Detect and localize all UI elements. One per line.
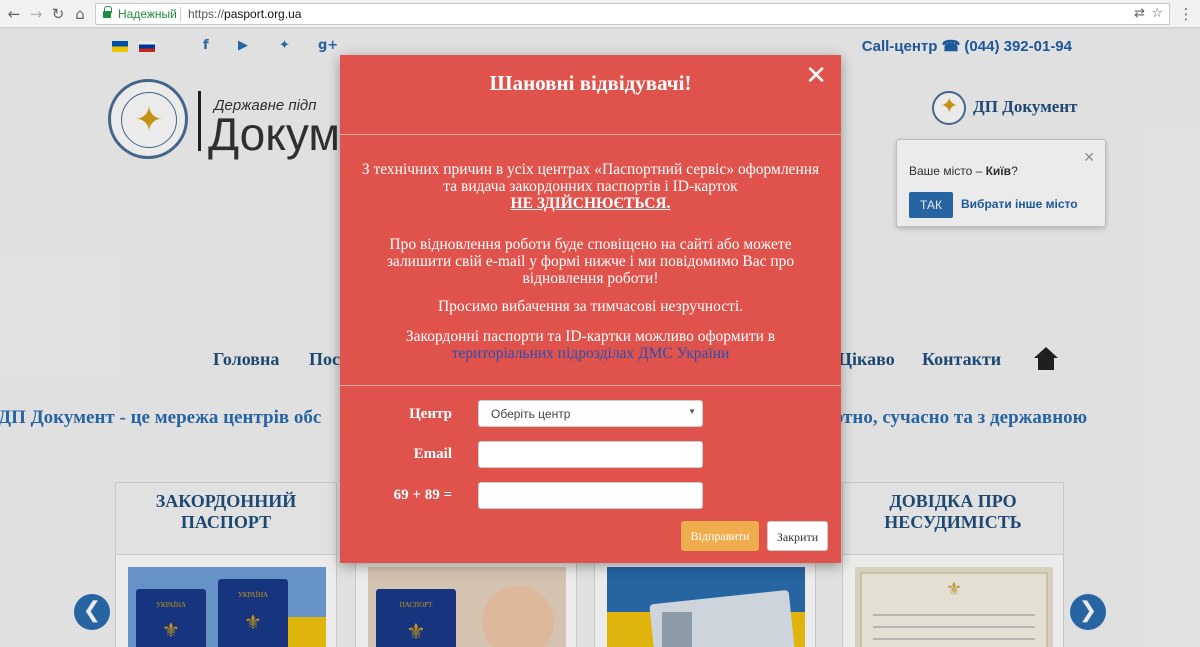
modal-divider — [340, 134, 841, 135]
modal-divider — [340, 385, 841, 386]
chevron-down-icon: ▼ — [688, 407, 696, 416]
restore-paragraph: Про відновлення роботи буде сповіщено на… — [386, 236, 795, 287]
dms-link[interactable]: територіальних підрозділах ДМС України — [452, 345, 730, 362]
apology-paragraph: Просимо вибачення за тимчасові незручнос… — [437, 298, 744, 315]
secure-label: Надежный — [118, 7, 177, 21]
center-select[interactable]: Оберіть центр ▼ — [478, 400, 703, 427]
browser-menu-icon[interactable]: ⋮ — [1176, 4, 1196, 24]
announcement-modal: Шановні відвідувачі! ✕ З технічних причи… — [340, 55, 841, 563]
center-label: Центр — [409, 406, 452, 422]
close-icon[interactable]: ✕ — [805, 61, 827, 91]
forward-icon[interactable]: → — [26, 4, 46, 24]
notice-paragraph: З технічних причин в усіх центрах «Паспо… — [361, 161, 820, 212]
translate-icon[interactable]: ⇄ — [1134, 6, 1145, 21]
send-button[interactable]: Відправити — [681, 521, 759, 551]
close-button[interactable]: Закрити — [767, 521, 828, 551]
modal-title: Шановні відвідувачі! — [489, 71, 692, 95]
alternative-paragraph: Закордонні паспорти та ID-картки можливо… — [405, 328, 776, 362]
url-divider — [180, 7, 181, 21]
bookmark-star-icon[interactable]: ☆ — [1151, 6, 1163, 21]
reload-icon[interactable]: ↻ — [48, 4, 68, 24]
address-bar[interactable]: Надежный https://pasport.org.ua ⇄ ☆ — [95, 3, 1170, 25]
captcha-input[interactable] — [478, 482, 703, 509]
email-field[interactable] — [478, 441, 703, 468]
lock-icon — [103, 6, 112, 19]
captcha-label: 69 + 89 = — [393, 487, 452, 503]
back-icon[interactable]: ← — [4, 4, 24, 24]
browser-toolbar: ← → ↻ ⌂ Надежный https://pasport.org.ua … — [0, 0, 1200, 28]
home-icon[interactable]: ⌂ — [70, 4, 90, 24]
email-label: Email — [413, 446, 452, 462]
url-text[interactable]: https://pasport.org.ua — [188, 7, 301, 21]
